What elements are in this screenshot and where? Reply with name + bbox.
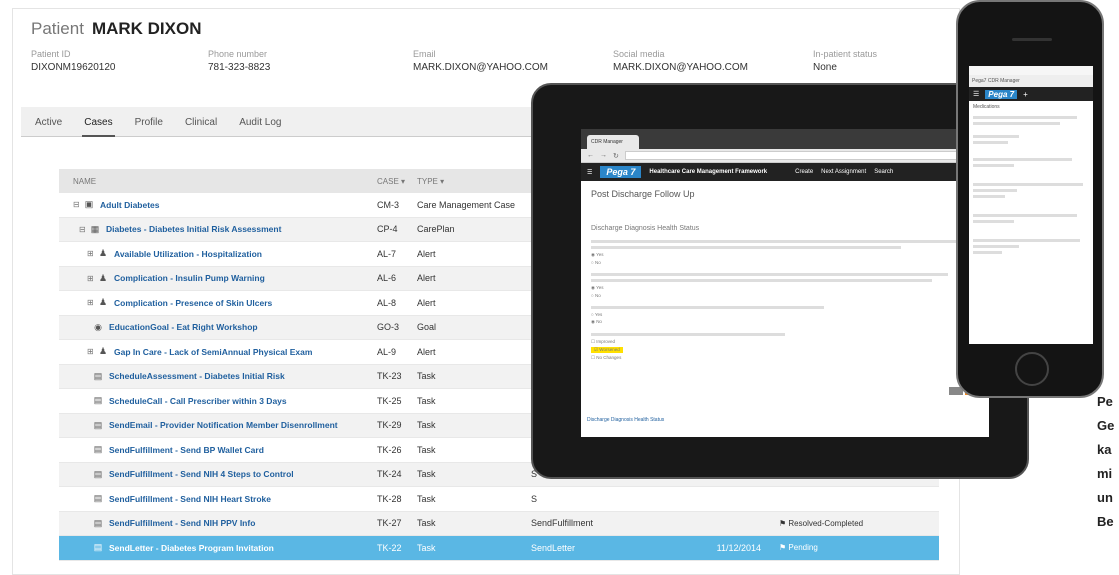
task-icon: ▤ <box>93 542 103 553</box>
person-icon: ♟ <box>98 297 108 308</box>
radio-option[interactable]: ○ Yes <box>591 312 979 317</box>
phone-section-title: Medications <box>973 104 1000 110</box>
tab-clinical[interactable]: Clinical <box>183 117 219 137</box>
person-icon: ♟ <box>98 272 108 283</box>
plus-icon[interactable]: + <box>1023 90 1028 99</box>
forward-icon[interactable]: → <box>600 152 607 159</box>
tab-cases[interactable]: Cases <box>82 117 115 137</box>
table-row-selected[interactable]: ▤ SendLetter - Diabetes Program Invitatio… <box>59 536 939 561</box>
collapse-icon[interactable]: ⊟ <box>79 225 87 234</box>
brand-logo: Pega 7 <box>600 166 642 178</box>
table-row[interactable]: ▤ SendFulfillment - Send NIH PPV Info TK-… <box>59 511 939 536</box>
checkbox-improved[interactable]: ☐ Improved <box>591 339 979 345</box>
flag-icon: ⚑ <box>779 518 787 528</box>
phone-device: Pega7 CDR Manager ☰ Pega 7 + Medications <box>956 0 1104 398</box>
tab-active[interactable]: Active <box>33 117 64 137</box>
app-title: Healthcare Care Management Framework <box>649 169 768 175</box>
case-column-header[interactable]: CASE ▾ <box>377 177 417 186</box>
patient-name: MARK DIXON <box>91 19 202 38</box>
tablet-device: CDR Manager ← → ↻ ☰ Pega 7 Healthcare Care… <box>531 83 1029 479</box>
menu-icon[interactable]: ☰ <box>973 90 979 98</box>
radio-option[interactable]: ○ No <box>591 260 979 265</box>
tablet-screen: CDR Manager ← → ↻ ☰ Pega 7 Healthcare Care… <box>581 129 989 437</box>
reload-icon[interactable]: ↻ <box>613 152 619 160</box>
search-link[interactable]: Search <box>874 169 893 175</box>
tab-bar: Active Cases Profile Clinical Audit Log <box>21 107 581 137</box>
tab-audit-log[interactable]: Audit Log <box>237 117 283 137</box>
radio-option[interactable]: ○ No <box>591 293 979 298</box>
side-caption: Pe Ge ka mi un Be <box>1097 394 1115 529</box>
name-column-header[interactable]: NAME <box>59 177 377 186</box>
person-icon: ♟ <box>98 248 108 259</box>
next-assignment-button[interactable]: Next Assignment <box>821 169 866 175</box>
url-bar[interactable] <box>624 151 983 160</box>
create-menu[interactable]: Create <box>795 169 813 175</box>
task-icon: ▤ <box>93 444 103 455</box>
person-icon: ♟ <box>98 346 108 357</box>
breadcrumb[interactable]: Discharge Diagnosis Health Status <box>587 417 664 423</box>
phone-status-bar <box>969 66 1093 75</box>
filter-icon[interactable]: ▾ <box>440 177 444 186</box>
filter-icon[interactable]: ▾ <box>401 177 405 186</box>
back-icon[interactable]: ← <box>587 152 594 159</box>
target-icon: ◉ <box>94 321 102 332</box>
radio-option[interactable]: ◉ Yes <box>591 252 979 258</box>
inpatient-status-field: In-patient status None <box>813 49 878 73</box>
radio-option[interactable]: ◉ No <box>591 319 979 325</box>
expand-icon[interactable]: ⊞ <box>87 249 95 258</box>
expand-icon[interactable]: ⊞ <box>87 298 95 307</box>
social-media-field: Social media MARK.DIXON@YAHOO.COM <box>613 49 748 73</box>
type-column-header[interactable]: TYPE ▾ <box>417 177 531 186</box>
tab-profile[interactable]: Profile <box>133 117 165 137</box>
checkbox-no-changes[interactable]: ☐ No Changes <box>591 355 979 361</box>
flag-icon: ⚑ <box>779 543 787 553</box>
phone-field: Phone number 781-323-8823 <box>208 49 271 73</box>
browser-tab[interactable]: CDR Manager <box>587 135 639 149</box>
folder-icon: ▣ <box>84 199 94 210</box>
status-label: Resolved-Completed <box>788 518 864 528</box>
expand-icon[interactable]: ⊞ <box>87 347 95 356</box>
expand-icon[interactable]: ⊞ <box>87 274 95 283</box>
browser-tab-strip: CDR Manager <box>581 129 989 149</box>
phone-url-bar[interactable]: Pega7 CDR Manager <box>969 75 1093 87</box>
status-label: Pending <box>788 543 818 553</box>
menu-icon[interactable]: ☰ <box>587 169 592 176</box>
task-icon: ▤ <box>93 395 103 406</box>
home-button[interactable] <box>1015 352 1049 386</box>
plan-icon: ▦ <box>90 223 100 234</box>
page-title: Post Discharge Follow Up <box>591 189 695 199</box>
checkbox-worsened[interactable]: ☑ Worsened <box>591 347 979 353</box>
phone-nav: ☰ Pega 7 + <box>969 87 1093 101</box>
section-title: Discharge Diagnosis Health Status <box>591 225 700 232</box>
phone-speaker <box>1012 38 1052 41</box>
email-field: Email MARK.DIXON@YAHOO.COM <box>413 49 548 73</box>
task-icon: ▤ <box>93 370 103 381</box>
patient-header: Patient MARK DIXON <box>31 19 202 38</box>
task-icon: ▤ <box>93 517 103 528</box>
radio-option[interactable]: ◉ Yes <box>591 285 979 291</box>
brand-logo: Pega 7 <box>985 89 1018 99</box>
task-icon: ▤ <box>93 468 103 479</box>
app-nav: ☰ Pega 7 Healthcare Care Management Fram… <box>581 163 989 181</box>
collapse-icon[interactable]: ⊟ <box>73 200 81 209</box>
browser-toolbar: ← → ↻ <box>581 149 989 163</box>
phone-screen: Pega7 CDR Manager ☰ Pega 7 + Medications <box>969 66 1093 344</box>
table-row[interactable]: ▤ SendFulfillment - Send NIH Heart Stroke… <box>59 487 939 512</box>
patient-id-field: Patient ID DIXONM19620120 <box>31 49 116 73</box>
task-icon: ▤ <box>93 493 103 504</box>
task-icon: ▤ <box>93 419 103 430</box>
